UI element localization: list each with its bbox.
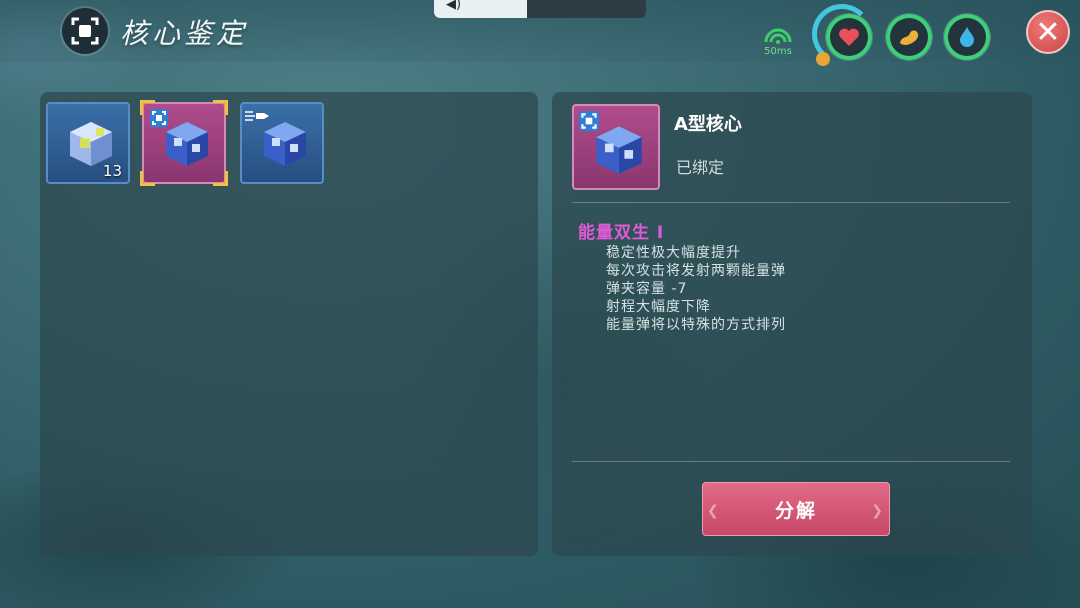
inventory-slot[interactable]: 13 <box>46 102 130 184</box>
selected-item-icon <box>572 104 660 190</box>
chevron-left-icon: ❮ <box>707 503 721 519</box>
selection-corner <box>140 171 155 186</box>
item-quantity: 13 <box>102 162 122 180</box>
inventory-slot-selected[interactable] <box>140 100 228 186</box>
core-detail-panel: A型核心 已绑定 能量双生 I 稳定性极大幅度提升 每次攻击将发射两颗能量弹 弹… <box>552 92 1032 556</box>
core-inventory-panel: 13 <box>40 92 538 556</box>
effect-list: 稳定性极大幅度提升 每次攻击将发射两颗能量弹 弹夹容量 -7 射程大幅度下降 能… <box>606 244 786 334</box>
water-drop-icon <box>960 27 974 47</box>
inventory-slot[interactable] <box>240 102 324 184</box>
close-icon: ✕ <box>1035 14 1061 50</box>
effect-title: 能量双生 I <box>578 223 665 243</box>
effect-line: 稳定性极大幅度提升 <box>606 245 741 261</box>
muscle-icon <box>900 30 919 45</box>
ping-value: 50ms <box>764 46 792 57</box>
page-title: 核心鉴定 <box>120 17 249 50</box>
selection-corner <box>213 171 228 186</box>
hydration-stat[interactable] <box>944 14 990 60</box>
core-cube-icon <box>596 126 642 174</box>
dismantle-button[interactable]: ❮ 分解 ❯ <box>702 482 890 536</box>
dismantle-label: 分解 <box>774 499 817 522</box>
signal-icon <box>764 28 792 44</box>
effect-line: 能量弹将以特殊的方式排列 <box>606 317 786 333</box>
item-bind-status: 已绑定 <box>676 158 725 177</box>
stamina-stat[interactable] <box>886 14 932 60</box>
chevron-right-icon: ❯ <box>871 503 885 519</box>
core-appraisal-icon <box>62 8 108 54</box>
status-badge <box>816 52 830 66</box>
divider <box>572 461 1010 462</box>
effect-line: 弹夹容量 -7 <box>606 281 688 297</box>
speaker-icon: ◀) <box>446 0 462 12</box>
health-stat[interactable] <box>826 14 872 60</box>
heart-icon <box>839 28 859 46</box>
effect-line: 射程大幅度下降 <box>606 299 711 315</box>
network-ping: 50ms <box>758 28 798 57</box>
volume-bar[interactable] <box>434 0 646 18</box>
divider <box>572 202 1010 203</box>
selection-corner <box>213 100 228 115</box>
core-cube-icon <box>166 122 208 166</box>
core-cube-icon <box>70 122 112 166</box>
effect-line: 每次攻击将发射两颗能量弹 <box>606 263 786 279</box>
close-button[interactable]: ✕ <box>1026 10 1070 54</box>
core-cube-icon <box>264 122 306 166</box>
item-name: A型核心 <box>674 114 742 135</box>
